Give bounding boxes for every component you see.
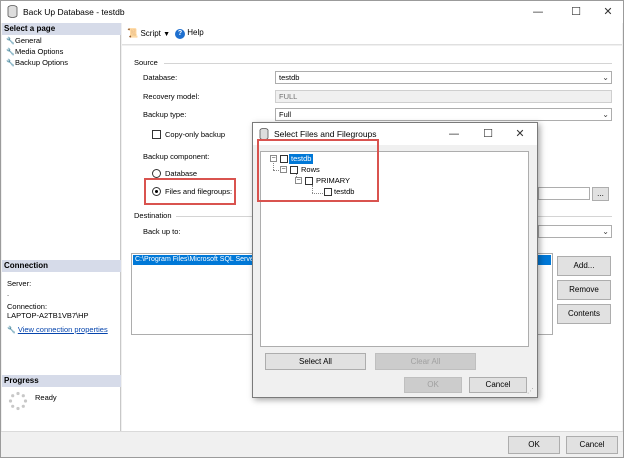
dialog-close-button[interactable]: ✕ xyxy=(505,123,535,145)
page-item-backup-options[interactable]: 🔧Backup Options xyxy=(6,58,68,68)
database-select-value: testdb xyxy=(279,73,300,82)
select-page-header: Select a page xyxy=(2,23,121,35)
source-divider xyxy=(164,63,612,64)
contents-button[interactable]: Contents xyxy=(557,304,611,324)
help-button[interactable]: ? Help xyxy=(175,28,204,39)
maximize-button[interactable]: ☐ xyxy=(559,1,593,23)
dialog-footer: OK Cancel xyxy=(1,431,623,457)
connection-value: LAPTOP-A2TB1VB7\HP xyxy=(7,311,89,320)
chevron-down-icon[interactable]: ▼ xyxy=(163,31,170,38)
chevron-down-icon[interactable]: ⌄ xyxy=(602,72,609,83)
progress-header: Progress xyxy=(2,375,121,387)
script-label: Script xyxy=(140,29,161,38)
dialog-ok-button[interactable]: OK xyxy=(404,377,462,393)
wrench-icon: 🔧 xyxy=(6,60,15,67)
dialog-cancel-button[interactable]: Cancel xyxy=(469,377,527,393)
backup-type-value: Full xyxy=(279,110,292,119)
backup-component-label: Backup component: xyxy=(143,152,210,161)
view-connection-link[interactable]: View connection properties xyxy=(18,325,108,334)
ok-button[interactable]: OK xyxy=(508,436,560,454)
script-icon: 📜 xyxy=(127,28,139,38)
select-all-button[interactable]: Select All xyxy=(265,353,366,370)
database-radio-label: Database xyxy=(165,169,198,178)
minimize-button[interactable]: — xyxy=(521,1,555,23)
page-item-label: General xyxy=(15,36,42,45)
page-item-media-options[interactable]: 🔧Media Options xyxy=(6,47,63,57)
annotation-highlight-files xyxy=(144,178,236,205)
connection-header: Connection xyxy=(2,260,121,272)
database-radio[interactable] xyxy=(152,169,161,178)
window-title: Back Up Database - testdb xyxy=(23,7,125,17)
page-item-general[interactable]: 🔧General xyxy=(6,36,42,46)
left-panel: Select a page 🔧General 🔧Media Options 🔧B… xyxy=(2,23,121,446)
wrench-icon: 🔧 xyxy=(6,38,15,45)
select-files-dialog: Select Files and Filegroups — ☐ ✕ − test… xyxy=(252,122,538,398)
back-up-to-label: Back up to: xyxy=(143,227,181,236)
copy-only-checkbox[interactable] xyxy=(152,130,161,139)
close-button[interactable]: ✕ xyxy=(591,1,624,23)
progress-status: Ready xyxy=(35,393,57,402)
recovery-model-label: Recovery model: xyxy=(143,92,200,101)
page-item-label: Media Options xyxy=(15,47,64,56)
backup-type-select[interactable]: Full ⌄ xyxy=(275,108,612,121)
annotation-highlight-tree xyxy=(257,139,379,202)
copy-only-label: Copy-only backup xyxy=(165,130,226,139)
database-select[interactable]: testdb ⌄ xyxy=(275,71,612,84)
chevron-down-icon[interactable]: ⌄ xyxy=(602,109,609,120)
resize-grip-icon[interactable]: ⋰ xyxy=(527,387,535,395)
toolbar: 📜 Script ▼ ? Help xyxy=(122,23,622,45)
database-icon xyxy=(7,5,18,18)
server-label: Server: xyxy=(7,279,32,288)
dialog-minimize-button[interactable]: — xyxy=(439,123,469,145)
clear-all-button[interactable]: Clear All xyxy=(375,353,476,370)
wrench-icon: 🔧 xyxy=(6,49,15,56)
recovery-model-field: FULL xyxy=(275,90,612,103)
title-bar: Back Up Database - testdb — ☐ ✕ xyxy=(1,1,623,23)
filegroups-textbox[interactable] xyxy=(538,187,590,200)
wrench-icon: 🔧 xyxy=(7,327,16,334)
dialog-title: Select Files and Filegroups xyxy=(274,129,377,139)
script-button[interactable]: 📜 Script ▼ xyxy=(127,28,170,39)
source-group-label: Source xyxy=(134,58,158,67)
help-icon: ? xyxy=(175,29,185,39)
dialog-maximize-button[interactable]: ☐ xyxy=(473,123,503,145)
browse-button[interactable]: ... xyxy=(592,187,609,201)
server-value: . xyxy=(7,289,10,298)
chevron-down-icon[interactable]: ⌄ xyxy=(602,226,609,237)
progress-spinner-icon xyxy=(8,391,28,411)
remove-button[interactable]: Remove xyxy=(557,280,611,300)
page-item-label: Backup Options xyxy=(15,58,68,67)
view-connection-properties[interactable]: 🔧 View connection properties xyxy=(7,325,108,334)
database-label: Database: xyxy=(143,73,178,82)
back-up-to-select[interactable]: ⌄ xyxy=(538,225,612,238)
help-label: Help xyxy=(187,28,204,37)
cancel-button[interactable]: Cancel xyxy=(566,436,618,454)
destination-group-label: Destination xyxy=(134,211,172,220)
add-button[interactable]: Add... xyxy=(557,256,611,276)
backup-type-label: Backup type: xyxy=(143,110,187,119)
connection-label: Connection: xyxy=(7,302,48,311)
